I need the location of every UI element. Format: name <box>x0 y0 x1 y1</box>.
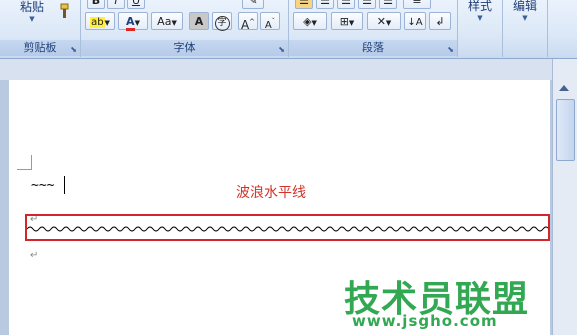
line-spacing-button[interactable]: ≡ <box>403 0 431 9</box>
eraser-icon: ✎ <box>248 0 258 7</box>
document-title: 波浪水平线 <box>236 185 306 201</box>
scrollbar-thumb[interactable] <box>556 99 575 161</box>
distribute-icon: ☰ <box>383 0 393 7</box>
font-color-icon: A <box>126 15 135 31</box>
line-spacing-icon: ≡ <box>412 0 422 7</box>
vertical-scrollbar[interactable] <box>552 59 577 335</box>
highlight-button[interactable]: ab▼ <box>85 12 115 30</box>
styles-button[interactable]: 样式 ▼ <box>464 0 496 22</box>
text-cursor <box>64 176 65 194</box>
highlight-box <box>25 214 550 241</box>
bold-button[interactable]: B <box>87 0 105 9</box>
change-case-label: Aa <box>157 15 172 28</box>
shrink-font-button[interactable]: Aˇ <box>260 12 280 32</box>
align-left-button[interactable]: ☰ <box>295 0 313 9</box>
paragraph-group-label: 段落 <box>289 40 457 56</box>
sort-button[interactable]: ↓A <box>404 12 426 30</box>
enclosed-character-button[interactable]: 字 <box>212 12 232 31</box>
dialog-launcher-icon[interactable]: ⬊ <box>70 45 77 54</box>
highlighter-icon: ab <box>90 17 105 28</box>
dialog-launcher-icon[interactable]: ⬊ <box>278 45 285 54</box>
chevron-down-icon: ▼ <box>477 14 483 22</box>
show-marks-button[interactable]: ↲ <box>429 12 451 30</box>
align-left-icon: ☰ <box>299 0 309 7</box>
chevron-down-icon: ▼ <box>522 14 528 22</box>
editing-label: 编辑 <box>512 0 537 13</box>
align-right-icon: ☰ <box>341 0 351 7</box>
styles-label: 样式 <box>467 0 492 13</box>
font-color-button[interactable]: A▼ <box>118 12 148 31</box>
page-gap <box>0 59 552 80</box>
font-group: B I U ✎ ab▼ A▼ Aa▼ A 字 A^ Aˇ 字体 ⬊ <box>81 0 289 57</box>
border-grid-icon: ⊞ <box>339 15 349 28</box>
distribute-button[interactable]: ☰ <box>379 0 397 9</box>
dialog-launcher-icon[interactable]: ⬊ <box>447 45 454 54</box>
watermark-url: www.jsgho.com <box>352 312 498 330</box>
editing-button[interactable]: 编辑 ▼ <box>509 0 541 22</box>
editing-group: 编辑 ▼ <box>503 0 548 57</box>
enclosed-char-icon: 字 <box>214 16 230 31</box>
font-group-label: 字体 <box>81 40 288 56</box>
shrink-font-icon: Aˇ <box>264 18 276 32</box>
clear-format-button[interactable]: ✎ <box>242 0 264 9</box>
typed-text: ~~~ <box>31 178 55 193</box>
clipboard-group: 粘贴 ▼ 剪贴板 ⬊ <box>0 0 81 57</box>
align-right-button[interactable]: ☰ <box>337 0 355 9</box>
paste-button[interactable]: 粘贴 ▼ <box>16 0 48 23</box>
clipboard-group-label: 剪贴板 <box>0 40 80 56</box>
format-painter-icon[interactable] <box>55 3 71 19</box>
chevron-down-icon: ▼ <box>29 15 35 23</box>
justify-icon: ☰ <box>362 0 372 7</box>
paragraph-group: ☰ ☰ ☰ ☰ ☰ ≡ ◈▼ ⊞▼ ✕▼ ↓A ↲ 段落 ⬊ <box>289 0 458 57</box>
sort-icon: ↓A <box>407 17 423 28</box>
paint-bucket-icon: ◈ <box>303 15 312 28</box>
grow-font-icon: A^ <box>240 18 256 32</box>
ribbon: 粘贴 ▼ 剪贴板 ⬊ B I U ✎ ab▼ A▼ Aa▼ A 字 A^ Aˇ … <box>0 0 577 59</box>
italic-button[interactable]: I <box>107 0 125 9</box>
paragraph-mark: ↵ <box>30 250 39 261</box>
margin-corner-marker <box>17 155 32 170</box>
scroll-up-icon[interactable] <box>559 85 569 91</box>
chinese-layout-button[interactable]: ✕▼ <box>367 12 401 30</box>
chinese-layout-icon: ✕ <box>376 15 386 28</box>
align-center-button[interactable]: ☰ <box>316 0 334 9</box>
paste-label: 粘贴 <box>19 0 44 14</box>
underline-button[interactable]: U <box>127 0 145 9</box>
justify-button[interactable]: ☰ <box>358 0 376 9</box>
styles-group: 样式 ▼ <box>458 0 503 57</box>
change-case-button[interactable]: Aa▼ <box>151 12 183 30</box>
borders-button[interactable]: ⊞▼ <box>331 12 363 30</box>
shading-button[interactable]: ◈▼ <box>293 12 327 30</box>
align-center-icon: ☰ <box>320 0 330 7</box>
paragraph-mark-icon: ↲ <box>435 15 445 28</box>
character-shading-button[interactable]: A <box>189 12 209 30</box>
grow-font-button[interactable]: A^ <box>238 12 258 32</box>
